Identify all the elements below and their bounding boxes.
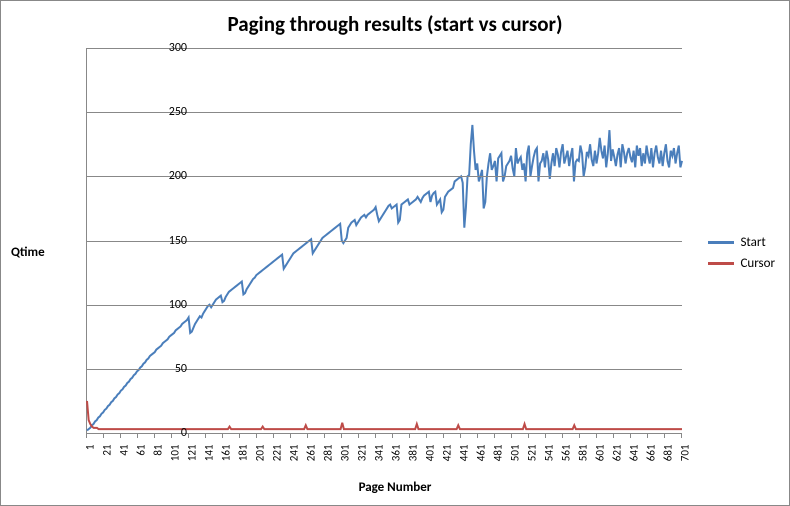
x-tick-label: 201 — [254, 445, 267, 462]
x-tick-label: 221 — [271, 445, 284, 462]
series-line-cursor — [87, 401, 682, 429]
x-tick-mark — [239, 433, 240, 438]
x-tick-label: 61 — [135, 445, 148, 456]
x-tick-mark — [579, 433, 580, 438]
x-tick-mark — [613, 433, 614, 438]
x-tick-mark — [103, 433, 104, 438]
x-tick-mark — [664, 433, 665, 438]
x-tick-mark — [545, 433, 546, 438]
x-tick-mark — [222, 433, 223, 438]
x-tick-label: 641 — [628, 445, 641, 462]
x-tick-label: 21 — [101, 445, 114, 456]
x-tick-mark — [171, 433, 172, 438]
x-tick-mark — [290, 433, 291, 438]
x-tick-mark — [137, 433, 138, 438]
x-tick-mark — [409, 433, 410, 438]
x-tick-label: 101 — [169, 445, 182, 462]
chart-frame: Paging through results (start vs cursor)… — [0, 0, 790, 506]
x-tick-label: 461 — [475, 445, 488, 462]
x-tick-mark — [681, 433, 682, 438]
y-tick-label: 250 — [157, 105, 187, 119]
x-tick-label: 261 — [305, 445, 318, 462]
x-tick-label: 361 — [390, 445, 403, 462]
y-tick-label: 300 — [157, 41, 187, 55]
x-tick-label: 41 — [118, 445, 131, 456]
x-tick-label: 341 — [373, 445, 386, 462]
x-tick-mark — [307, 433, 308, 438]
legend-swatch-cursor — [708, 262, 734, 265]
x-tick-label: 381 — [407, 445, 420, 462]
x-tick-mark — [256, 433, 257, 438]
chart-title: Paging through results (start vs cursor) — [1, 11, 789, 37]
x-tick-mark — [392, 433, 393, 438]
y-tick-label: 100 — [157, 298, 187, 312]
x-tick-label: 301 — [339, 445, 352, 462]
y-tick-label: 50 — [157, 362, 187, 376]
y-tick-label: 150 — [157, 234, 187, 248]
x-tick-label: 521 — [526, 445, 539, 462]
x-tick-mark — [647, 433, 648, 438]
x-tick-label: 181 — [237, 445, 250, 462]
x-tick-label: 701 — [679, 445, 692, 462]
x-tick-mark — [426, 433, 427, 438]
x-tick-label: 1 — [84, 445, 97, 451]
x-ticks: 1214161811011211411611812012212412612813… — [86, 438, 681, 480]
x-tick-mark — [528, 433, 529, 438]
y-axis-label: Qtime — [11, 245, 45, 260]
x-tick-mark — [494, 433, 495, 438]
x-axis-label: Page Number — [1, 480, 789, 495]
x-tick-mark — [358, 433, 359, 438]
y-tick-label: 200 — [157, 169, 187, 183]
x-tick-label: 561 — [560, 445, 573, 462]
x-tick-mark — [86, 433, 87, 438]
x-tick-mark — [596, 433, 597, 438]
x-tick-label: 481 — [492, 445, 505, 462]
x-tick-label: 501 — [509, 445, 522, 462]
x-tick-label: 141 — [203, 445, 216, 462]
legend-item-start: Start — [708, 235, 775, 250]
x-tick-label: 681 — [662, 445, 675, 462]
legend-label-start: Start — [740, 235, 765, 250]
x-tick-label: 401 — [424, 445, 437, 462]
x-tick-label: 541 — [543, 445, 556, 462]
x-tick-mark — [460, 433, 461, 438]
x-tick-label: 661 — [645, 445, 658, 462]
x-tick-mark — [120, 433, 121, 438]
x-tick-label: 281 — [322, 445, 335, 462]
legend-swatch-start — [708, 241, 734, 244]
x-tick-mark — [630, 433, 631, 438]
x-tick-label: 241 — [288, 445, 301, 462]
x-tick-mark — [562, 433, 563, 438]
x-tick-label: 441 — [458, 445, 471, 462]
x-tick-mark — [341, 433, 342, 438]
x-tick-label: 421 — [441, 445, 454, 462]
x-tick-mark — [188, 433, 189, 438]
x-tick-label: 121 — [186, 445, 199, 462]
x-tick-mark — [511, 433, 512, 438]
x-tick-label: 161 — [220, 445, 233, 462]
x-tick-mark — [154, 433, 155, 438]
x-tick-label: 321 — [356, 445, 369, 462]
legend-item-cursor: Cursor — [708, 256, 775, 271]
x-tick-label: 601 — [594, 445, 607, 462]
x-tick-mark — [205, 433, 206, 438]
x-tick-label: 621 — [611, 445, 624, 462]
x-tick-label: 581 — [577, 445, 590, 462]
x-tick-label: 81 — [152, 445, 165, 456]
legend: Start Cursor — [708, 229, 775, 277]
x-tick-mark — [273, 433, 274, 438]
x-tick-mark — [324, 433, 325, 438]
x-tick-mark — [375, 433, 376, 438]
x-tick-mark — [443, 433, 444, 438]
legend-label-cursor: Cursor — [740, 256, 775, 271]
x-tick-mark — [477, 433, 478, 438]
